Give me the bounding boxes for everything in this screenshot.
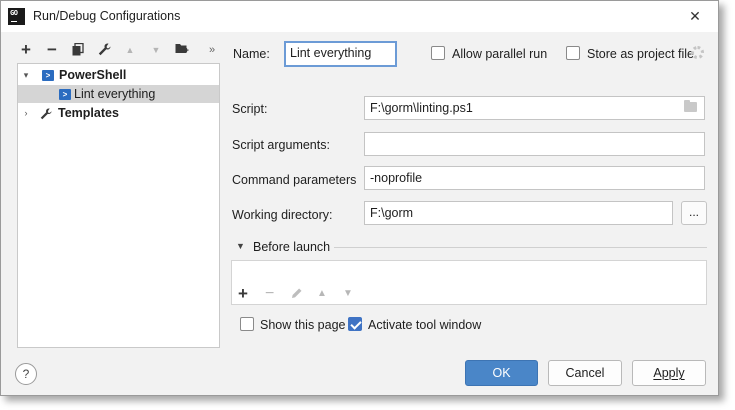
store-as-project-file-checkbox[interactable] bbox=[566, 46, 580, 60]
browse-working-directory-button[interactable]: ... bbox=[681, 201, 707, 225]
powershell-icon: > bbox=[42, 70, 54, 81]
before-launch-remove-button[interactable]: − bbox=[265, 286, 274, 302]
working-directory-label: Working directory: bbox=[232, 208, 333, 222]
name-input[interactable]: Lint everything bbox=[284, 41, 397, 67]
copy-icon bbox=[72, 43, 84, 56]
folder-add-icon bbox=[175, 44, 189, 53]
gear-icon[interactable] bbox=[691, 46, 704, 59]
close-icon[interactable]: ✕ bbox=[686, 7, 704, 25]
before-launch-header[interactable]: Before launch bbox=[253, 240, 330, 254]
tree-item-label: Templates bbox=[58, 106, 119, 120]
edit-templates-button[interactable] bbox=[95, 41, 113, 59]
chevron-right-icon[interactable]: › bbox=[21, 104, 31, 122]
remove-configuration-button[interactable]: − bbox=[43, 41, 61, 59]
tree-item-label: Lint everything bbox=[74, 87, 156, 101]
run-debug-dialog: GO Run/Debug Configurations ✕ + − ▲ ▼ » … bbox=[0, 0, 719, 396]
new-folder-button[interactable] bbox=[173, 41, 191, 59]
goland-app-icon: GO bbox=[8, 8, 25, 25]
tree-item-label: PowerShell bbox=[59, 68, 127, 82]
script-value: F:\gorm\linting.ps1 bbox=[370, 101, 473, 115]
before-launch-edit-button[interactable] bbox=[291, 287, 303, 304]
section-divider bbox=[334, 247, 707, 248]
command-parameters-label: Command parameters bbox=[232, 173, 357, 187]
working-directory-field[interactable]: F:\gorm bbox=[364, 201, 673, 225]
title-bar: GO Run/Debug Configurations ✕ bbox=[1, 1, 718, 32]
script-field[interactable]: F:\gorm\linting.ps1 bbox=[364, 96, 705, 120]
before-launch-add-button[interactable]: + bbox=[238, 285, 248, 302]
apply-button[interactable]: Apply bbox=[632, 360, 706, 386]
ok-button[interactable]: OK bbox=[465, 360, 538, 386]
tree-item-powershell[interactable]: ▾ > PowerShell bbox=[18, 66, 219, 84]
allow-parallel-run-checkbox[interactable] bbox=[431, 46, 445, 60]
chevron-down-icon[interactable]: ▼ bbox=[236, 241, 245, 251]
before-launch-move-up-button[interactable]: ▲ bbox=[317, 287, 327, 301]
more-actions-button[interactable]: » bbox=[203, 41, 221, 59]
chevron-down-icon[interactable]: ▾ bbox=[21, 66, 31, 84]
add-configuration-button[interactable]: + bbox=[17, 41, 35, 59]
command-parameters-field[interactable]: -noprofile bbox=[364, 166, 705, 190]
name-label: Name: bbox=[233, 47, 270, 61]
script-arguments-field[interactable] bbox=[364, 132, 705, 156]
copy-configuration-button[interactable] bbox=[69, 41, 87, 59]
script-label: Script: bbox=[232, 102, 268, 116]
powershell-icon: > bbox=[59, 89, 71, 100]
tree-item-templates[interactable]: › Templates bbox=[18, 104, 219, 122]
store-as-project-file-label: Store as project file bbox=[587, 47, 694, 61]
before-launch-move-down-button[interactable]: ▼ bbox=[343, 287, 353, 301]
wrench-icon bbox=[40, 107, 52, 125]
activate-tool-window-label: Activate tool window bbox=[368, 318, 482, 332]
folder-icon[interactable] bbox=[684, 100, 697, 112]
apply-label: Apply bbox=[653, 366, 685, 380]
window-title: Run/Debug Configurations bbox=[33, 9, 181, 23]
script-arguments-label: Script arguments: bbox=[232, 138, 330, 152]
show-this-page-label: Show this page bbox=[260, 318, 346, 332]
configuration-tree: ▾ > PowerShell > Lint everything › Templ… bbox=[17, 63, 220, 348]
show-this-page-checkbox[interactable] bbox=[240, 317, 254, 331]
tree-item-lint-everything[interactable]: > Lint everything bbox=[18, 85, 219, 103]
move-down-button[interactable]: ▼ bbox=[147, 41, 165, 59]
allow-parallel-run-label: Allow parallel run bbox=[452, 47, 548, 61]
activate-tool-window-checkbox[interactable] bbox=[348, 317, 362, 331]
pencil-icon bbox=[292, 288, 302, 298]
move-up-button[interactable]: ▲ bbox=[121, 41, 139, 59]
cancel-button[interactable]: Cancel bbox=[548, 360, 622, 386]
help-button[interactable]: ? bbox=[15, 363, 37, 385]
wrench-icon bbox=[98, 43, 111, 56]
